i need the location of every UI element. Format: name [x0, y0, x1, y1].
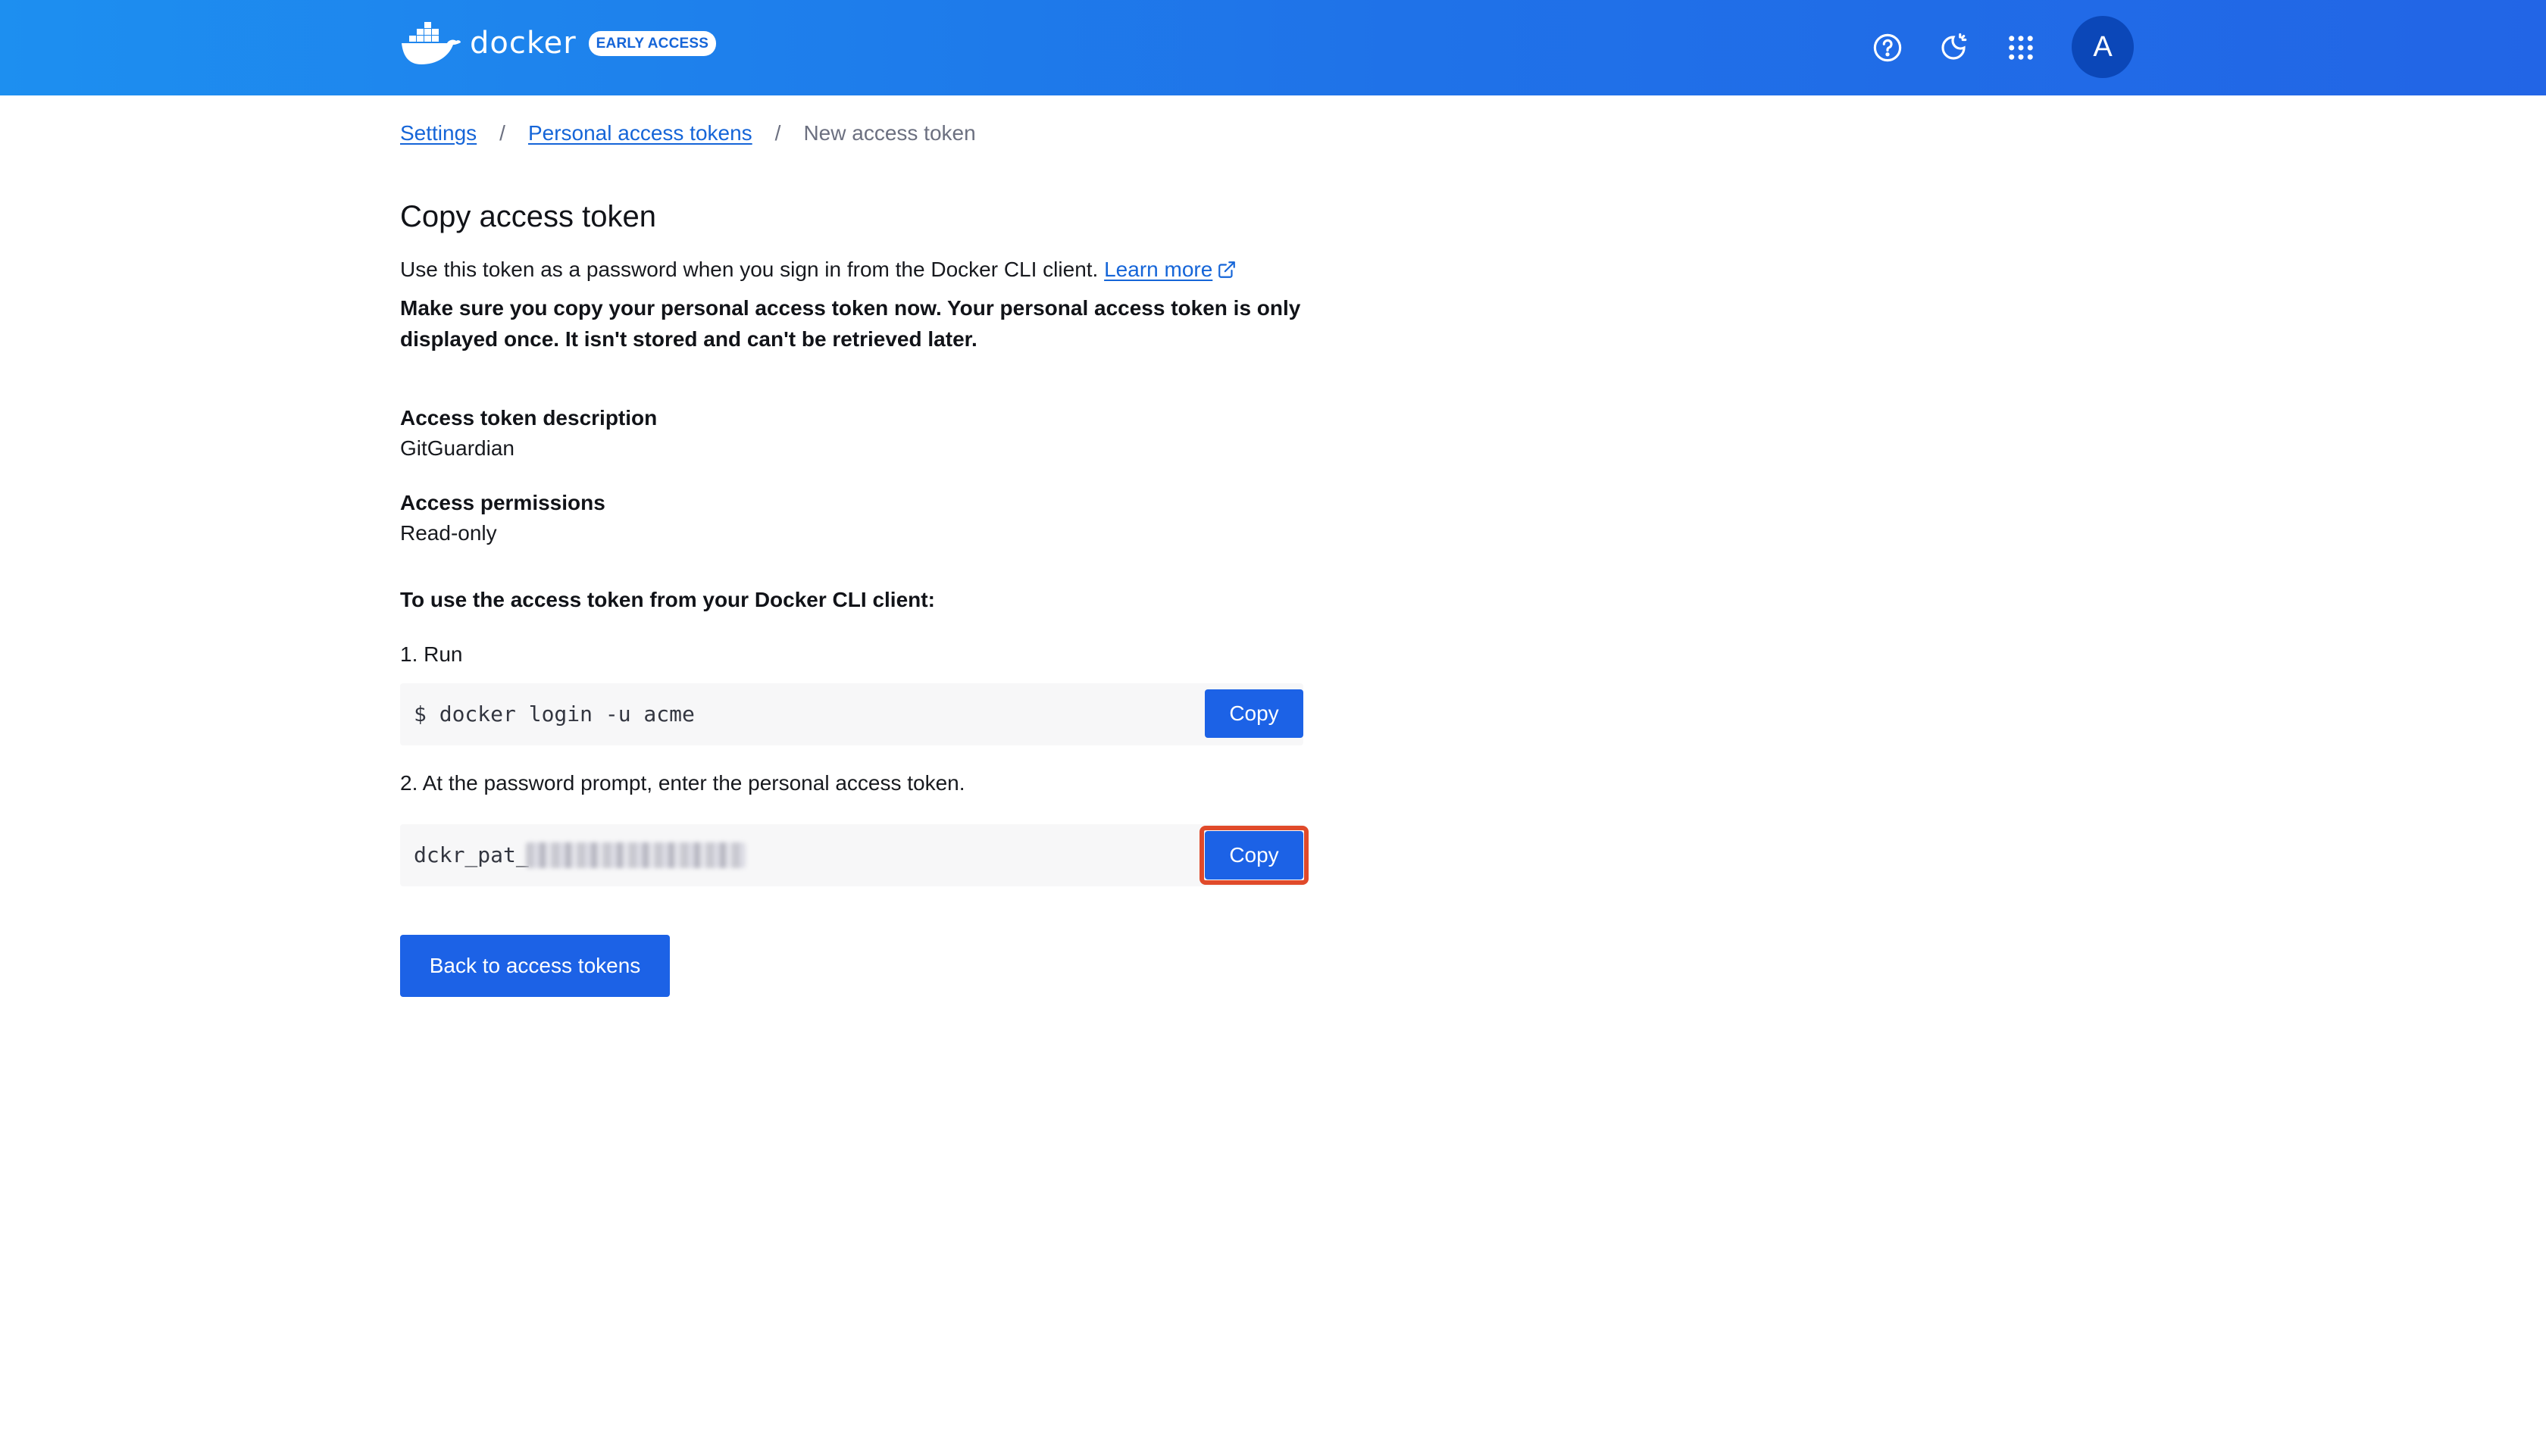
permissions-value: Read-only: [400, 521, 497, 545]
permissions-label: Access permissions: [400, 491, 605, 514]
breadcrumb-personal-access-tokens-link[interactable]: Personal access tokens: [528, 121, 752, 145]
description-value: GitGuardian: [400, 436, 515, 460]
token-warning: Make sure you copy your personal access …: [400, 296, 1301, 351]
page-title: Copy access token: [400, 200, 656, 233]
login-command-box: $ docker login -u acme: [400, 683, 1303, 745]
step-2-text: 2. At the password prompt, enter the per…: [400, 771, 965, 795]
breadcrumb-current: New access token: [803, 121, 976, 145]
description-label: Access token description: [400, 406, 658, 430]
docker-whale-icon: [402, 22, 461, 64]
help-icon[interactable]: [1869, 29, 1906, 67]
breadcrumb-separator: /: [499, 121, 505, 145]
step-1-text: 1. Run: [400, 642, 463, 666]
token-box: dckr_pat_: [400, 824, 1303, 886]
avatar[interactable]: A: [2072, 16, 2134, 78]
instructions-heading: To use the access token from your Docker…: [400, 588, 935, 611]
early-access-badge: EARLY ACCESS: [588, 30, 717, 56]
copy-token-button[interactable]: Copy: [1205, 831, 1303, 880]
docker-logo[interactable]: docker EARLY ACCESS: [400, 20, 717, 67]
copy-command-button[interactable]: Copy: [1205, 689, 1303, 738]
apps-grid-icon[interactable]: [2002, 29, 2040, 67]
back-to-access-tokens-button[interactable]: Back to access tokens: [400, 935, 670, 997]
intro-text: Use this token as a password when you si…: [400, 255, 1237, 285]
breadcrumb-separator: /: [774, 121, 781, 145]
redacted-token: [526, 842, 746, 868]
login-command[interactable]: $ docker login -u acme: [414, 683, 695, 745]
top-navigation-bar: docker EARLY ACCESS A: [0, 0, 2546, 95]
token-value[interactable]: dckr_pat_: [414, 824, 529, 886]
breadcrumb: Settings / Personal access tokens / New …: [400, 121, 976, 145]
external-link-icon[interactable]: [1217, 260, 1237, 280]
theme-toggle-icon[interactable]: [1935, 29, 1972, 67]
intro-sentence: Use this token as a password when you si…: [400, 258, 1099, 281]
learn-more-link[interactable]: Learn more: [1104, 258, 1212, 281]
breadcrumb-settings-link[interactable]: Settings: [400, 121, 477, 145]
brand-name: docker: [470, 26, 577, 61]
